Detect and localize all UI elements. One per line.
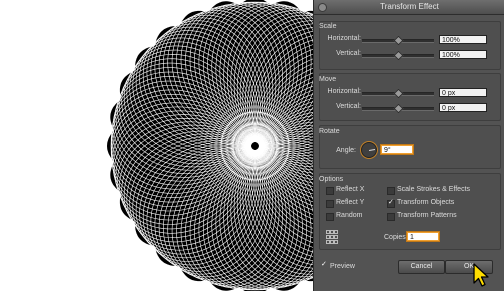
reflect-y-label: Reflect Y bbox=[336, 199, 365, 206]
move-vertical-field[interactable]: 0 px bbox=[439, 103, 487, 112]
reflect-x-label: Reflect X bbox=[336, 186, 365, 193]
scale-strokes-label: Scale Strokes & Effects bbox=[397, 186, 471, 193]
reference-point-icon[interactable] bbox=[326, 230, 338, 244]
reflect-y-checkbox[interactable] bbox=[326, 200, 334, 208]
rotate-group-title: Rotate bbox=[319, 128, 340, 135]
cancel-button[interactable]: Cancel bbox=[398, 260, 445, 274]
options-group-title: Options bbox=[319, 176, 344, 183]
scale-vertical-label: Vertical: bbox=[336, 50, 361, 57]
angle-label: Angle: bbox=[336, 147, 356, 154]
dialog-title: Transform Effect bbox=[380, 2, 439, 11]
preview-label: Preview bbox=[330, 263, 355, 270]
close-icon[interactable] bbox=[318, 3, 327, 12]
scale-horizontal-label: Horizontal: bbox=[327, 35, 361, 42]
reflect-x-checkbox[interactable] bbox=[326, 187, 334, 195]
move-horizontal-slider[interactable] bbox=[362, 88, 434, 99]
transform-patterns-checkbox[interactable] bbox=[387, 213, 395, 221]
scale-strokes-checkbox[interactable] bbox=[387, 187, 395, 195]
move-horizontal-label: Horizontal: bbox=[327, 88, 361, 95]
move-group-title: Move bbox=[319, 76, 337, 83]
transform-objects-label: Transform Objects bbox=[397, 199, 455, 206]
scale-group bbox=[319, 21, 501, 70]
scale-horizontal-slider[interactable] bbox=[362, 35, 434, 46]
copies-label: Copies bbox=[384, 234, 406, 241]
angle-dial[interactable] bbox=[361, 142, 377, 158]
angle-dial-hand bbox=[369, 149, 376, 151]
preview-checkbox[interactable] bbox=[321, 260, 327, 269]
copies-field[interactable]: 1 bbox=[407, 232, 439, 241]
transform-effect-dialog: Transform Effect Scale Horizontal: 100% … bbox=[313, 0, 504, 291]
dialog-titlebar: Transform Effect bbox=[314, 0, 504, 15]
scale-group-title: Scale bbox=[319, 23, 337, 30]
pointer-cursor-icon bbox=[473, 263, 489, 287]
scale-horizontal-field[interactable]: 100% bbox=[439, 35, 487, 44]
move-vertical-slider[interactable] bbox=[362, 103, 434, 114]
scale-vertical-field[interactable]: 100% bbox=[439, 50, 487, 59]
move-vertical-label: Vertical: bbox=[336, 103, 361, 110]
transform-objects-checkbox[interactable] bbox=[387, 198, 395, 208]
transform-patterns-label: Transform Patterns bbox=[397, 212, 457, 219]
move-group bbox=[319, 73, 501, 121]
move-horizontal-field[interactable]: 0 px bbox=[439, 88, 487, 97]
random-label: Random bbox=[336, 212, 363, 219]
random-checkbox[interactable] bbox=[326, 213, 334, 221]
scale-vertical-slider[interactable] bbox=[362, 50, 434, 61]
angle-field[interactable]: 9° bbox=[381, 145, 413, 154]
